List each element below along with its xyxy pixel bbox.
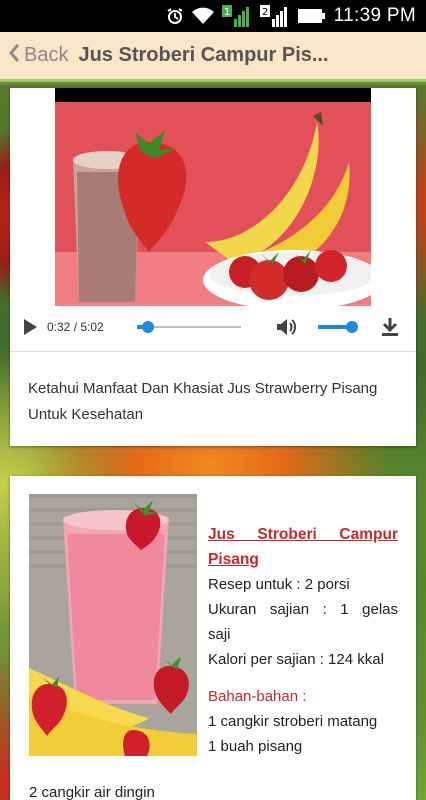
chevron-left-icon	[8, 43, 20, 69]
volume-thumb[interactable]	[346, 321, 358, 333]
divider	[10, 351, 416, 352]
servings: Resep untuk : 2 porsi	[208, 576, 350, 593]
status-time: 11:39 PM	[333, 5, 416, 26]
ingredients-heading: Bahan-bahan :	[208, 688, 307, 705]
video-card: 0:32 / 5:02 Ketahui Manfaat Dan Khasiat …	[10, 88, 416, 446]
video-caption: Ketahui Manfaat Dan Khasiat Jus Strawber…	[28, 380, 378, 423]
video-thumbnail	[55, 102, 371, 306]
volume-slider[interactable]	[315, 317, 361, 337]
svg-text:2: 2	[262, 7, 268, 18]
playback-time: 0:32 / 5:02	[47, 320, 104, 334]
seek-slider[interactable]	[133, 317, 245, 337]
serving-size: Ukuran sajian : 1 gelas	[208, 601, 398, 618]
serving-size-cont: saji	[208, 626, 231, 643]
volume-icon[interactable]	[275, 316, 297, 338]
signal-icon: 2	[259, 5, 290, 27]
page-title: Jus Stroberi Campur Pis...	[78, 44, 329, 66]
battery-icon	[297, 8, 326, 24]
recipe-details: Jus Stroberi Campur Pisang Resep untuk :…	[208, 522, 398, 759]
recipe-card: Jus Stroberi Campur Pisang Resep untuk :…	[10, 476, 416, 800]
action-bar: Back Jus Stroberi Campur Pis...	[0, 32, 426, 82]
play-icon[interactable]	[22, 318, 38, 336]
download-icon[interactable]	[381, 317, 399, 337]
alarm-icon	[166, 7, 184, 25]
recipe-title-cont[interactable]: Pisang	[208, 547, 398, 572]
ingredient-item: 1 buah pisang	[208, 738, 303, 755]
svg-text:1: 1	[224, 7, 230, 18]
media-controls: 0:32 / 5:02	[10, 310, 416, 344]
recipe-title[interactable]: Jus Stroberi Campur	[208, 522, 398, 547]
signal-icon: 1	[221, 5, 252, 27]
back-label: Back	[24, 44, 69, 66]
status-bar: 1 2 11:39 PM	[0, 0, 426, 32]
ingredient-item: 2 cangkir air dingin	[29, 784, 155, 800]
calories: Kalori per sajian : 124 kkal	[208, 651, 384, 668]
video-player[interactable]	[55, 88, 371, 306]
recipe-photo	[29, 494, 197, 756]
back-button[interactable]: Back	[0, 32, 78, 79]
ingredient-item: 1 cangkir stroberi matang	[208, 713, 378, 730]
wifi-icon	[191, 7, 214, 25]
seek-thumb[interactable]	[142, 321, 155, 333]
